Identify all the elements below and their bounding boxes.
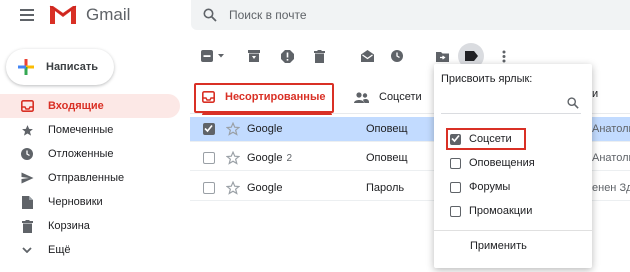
search-icon[interactable] (203, 8, 217, 22)
label-option-forums[interactable]: Форумы (450, 178, 510, 196)
sidebar-item-label: Помеченные (48, 124, 114, 136)
compose-label: Написать (46, 61, 98, 73)
draft-icon (20, 195, 34, 209)
sidebar-item-label: Ещё (48, 244, 71, 256)
sidebar-item-label: Черновики (48, 196, 103, 208)
tab-label: Несортированные (225, 91, 326, 103)
people-icon (354, 91, 369, 103)
email-snippet: Анатоли (592, 152, 630, 164)
label-option-social[interactable]: Соцсети (450, 130, 512, 148)
compose-button[interactable]: Написать (6, 49, 114, 85)
star-icon[interactable] (226, 122, 240, 136)
email-snippet: Анатоли (592, 123, 630, 135)
sidebar-item-more[interactable]: Ещё (0, 238, 180, 262)
sidebar-item-snoozed[interactable]: Отложенные (0, 142, 180, 166)
sidebar-item-label: Корзина (48, 220, 90, 232)
sidebar-nav: Входящие Помеченные Отложенные Отправлен… (0, 94, 180, 262)
label-checkbox[interactable] (450, 133, 461, 145)
label-option-promotions[interactable]: Промоакции (450, 202, 532, 220)
archive-icon[interactable] (244, 46, 264, 66)
menu-divider (434, 230, 592, 231)
trash-icon (20, 219, 34, 233)
active-tab-indicator (202, 112, 332, 115)
thread-count: 2 (286, 153, 293, 164)
label-checkbox[interactable] (450, 157, 461, 169)
clock-icon (20, 148, 34, 160)
email-sender: Google 2 (247, 152, 293, 164)
label-option-updates[interactable]: Оповещения (450, 154, 535, 172)
partial-tab-label: и (592, 88, 599, 100)
label-option-text: Промоакции (469, 205, 533, 217)
more-options-icon[interactable] (494, 46, 514, 66)
snooze-icon[interactable] (387, 46, 407, 66)
tab-label: Соцсети (379, 91, 422, 103)
star-icon[interactable] (226, 151, 240, 165)
email-sender: Google (247, 123, 283, 135)
send-icon (20, 172, 34, 184)
star-icon (20, 124, 34, 137)
gmail-logo-text: Gmail (86, 5, 131, 24)
gmail-logo-icon (49, 5, 77, 24)
sidebar-item-starred[interactable]: Помеченные (0, 118, 180, 142)
row-checkbox[interactable] (203, 152, 215, 164)
label-search-input[interactable] (441, 94, 581, 114)
search-icon (567, 97, 579, 109)
inbox-icon (20, 100, 34, 112)
sidebar-item-label: Входящие (48, 100, 104, 112)
email-sender: Google (247, 182, 283, 194)
email-subject: Оповещ (366, 152, 408, 164)
label-menu-title: Присвоить ярлык: (441, 73, 533, 85)
email-subject: Пароль (366, 182, 405, 194)
row-checkbox[interactable] (203, 123, 215, 135)
sidebar-item-inbox[interactable]: Входящие (0, 94, 180, 118)
mark-as-read-icon[interactable] (357, 46, 377, 66)
label-checkbox[interactable] (450, 205, 461, 217)
apply-button[interactable]: Применить (470, 240, 527, 252)
email-subject: Оповещ (366, 123, 408, 135)
move-to-icon[interactable] (432, 46, 452, 66)
label-option-text: Форумы (469, 181, 511, 193)
sidebar-item-label: Отложенные (48, 148, 114, 160)
sidebar-item-trash[interactable]: Корзина (0, 214, 180, 238)
label-checkbox[interactable] (450, 181, 461, 193)
label-option-text: Оповещения (469, 157, 535, 169)
tab-social[interactable]: Соцсети (354, 80, 444, 114)
tab-primary[interactable]: Несортированные (202, 80, 332, 115)
label-option-text: Соцсети (469, 133, 512, 145)
inbox-icon (202, 91, 215, 103)
select-all-checkbox[interactable] (200, 46, 226, 66)
sidebar-item-drafts[interactable]: Черновики (0, 190, 180, 214)
chevron-down-icon (20, 247, 34, 253)
compose-plus-icon (18, 59, 34, 75)
email-snippet: енен Зд (592, 182, 630, 194)
row-checkbox[interactable] (203, 182, 215, 194)
search-input[interactable] (229, 8, 529, 22)
report-spam-icon[interactable] (277, 46, 297, 66)
gmail-window: Gmail Написать Входящие Помеченн (0, 0, 630, 272)
delete-icon[interactable] (309, 46, 329, 66)
main-menu-icon[interactable] (20, 9, 34, 21)
label-as-menu: Присвоить ярлык: Соцсети Оповещения Фору… (434, 64, 592, 268)
star-icon[interactable] (226, 181, 240, 195)
search-bar[interactable] (191, 0, 630, 30)
sidebar-item-sent[interactable]: Отправленные (0, 166, 180, 190)
sidebar-item-label: Отправленные (48, 172, 125, 184)
